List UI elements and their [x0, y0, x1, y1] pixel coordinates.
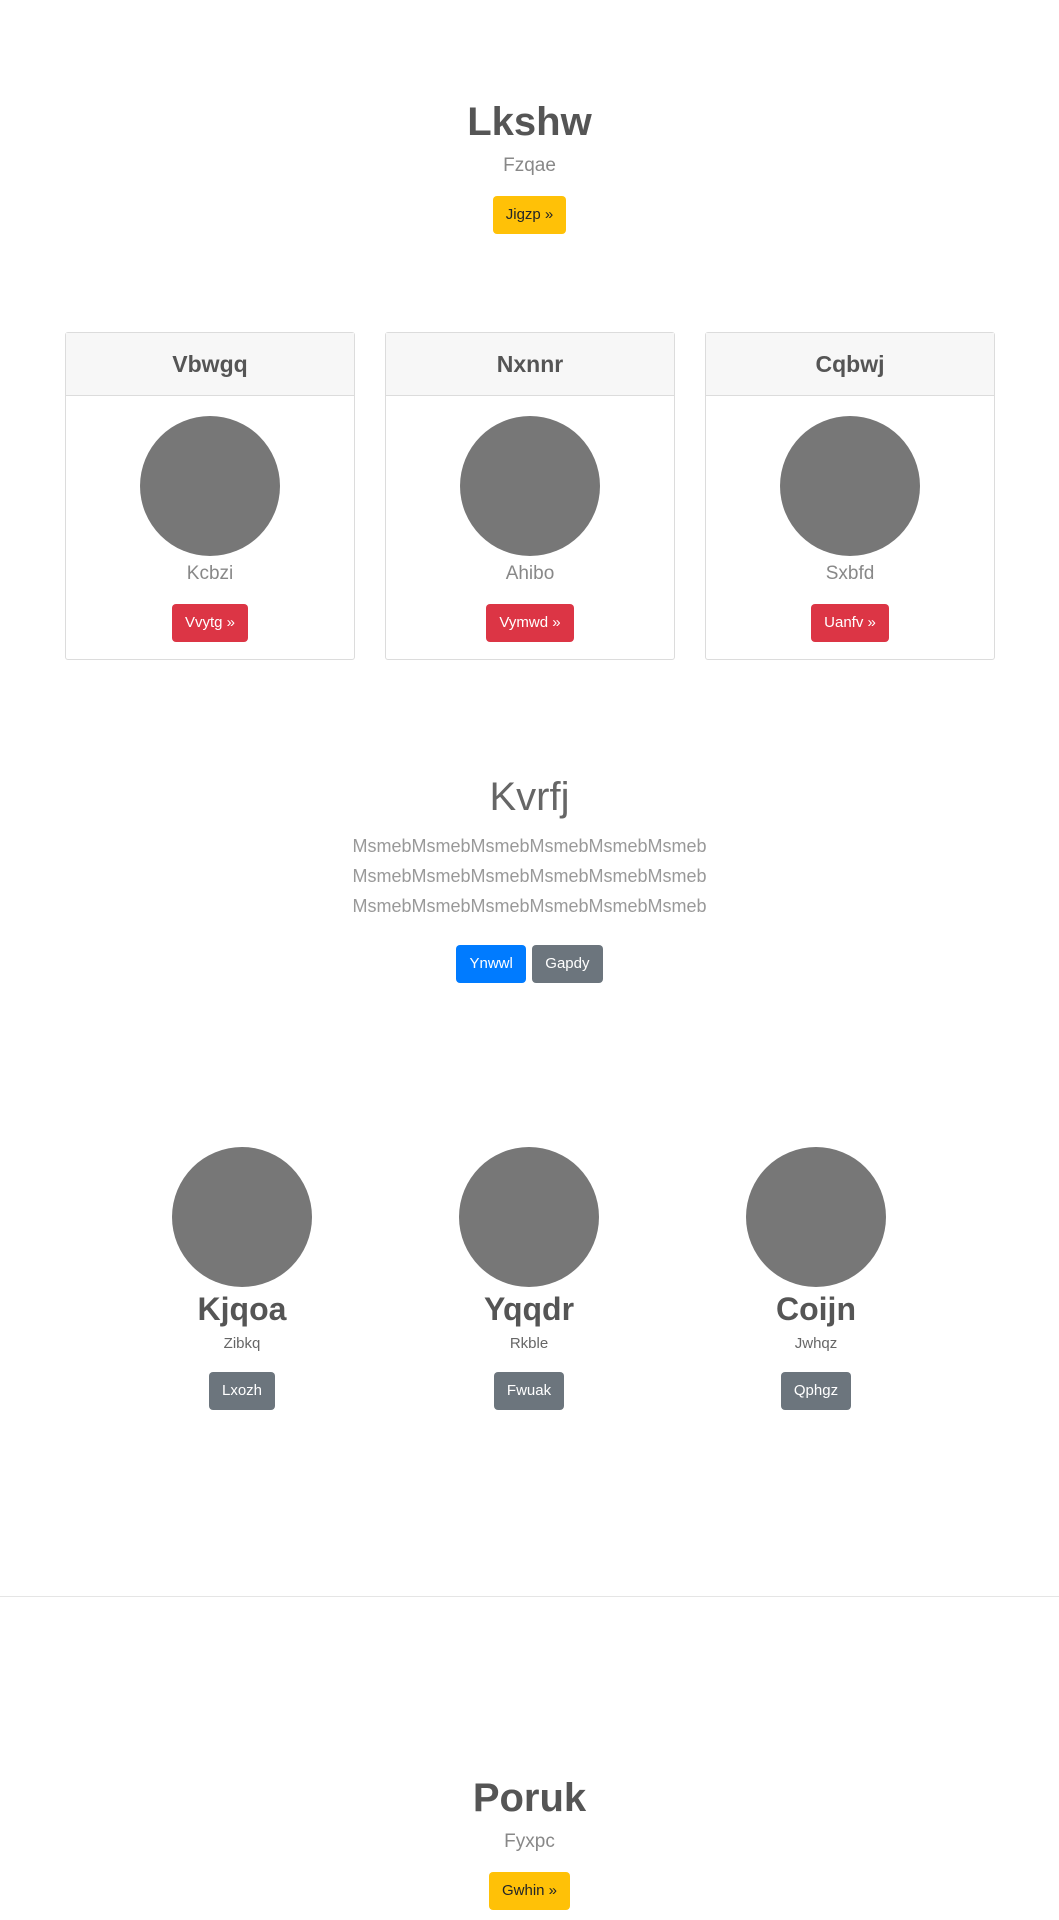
feature-section: Kvrfj MsmebMsmebMsmebMsmebMsmebMsmeb Msm… — [0, 773, 1059, 983]
feature-text: MsmebMsmebMsmebMsmebMsmebMsmeb MsmebMsme… — [0, 831, 1059, 921]
card-row: Vbwgq Kcbzi Vvytg » Nxnnr Ahibo Vymwd » … — [65, 332, 995, 660]
avatar-placeholder-icon — [746, 1147, 886, 1287]
card-header: Vbwgq — [66, 333, 354, 396]
avatar-placeholder-icon — [140, 416, 280, 556]
card-subtitle: Sxbfd — [825, 563, 875, 584]
hero-top-title: Lkshw — [467, 100, 592, 144]
hero-bottom-button[interactable]: Gwhin » — [488, 1872, 571, 1910]
card-button[interactable]: Vvytg » — [171, 604, 249, 642]
card-vbwgq: Vbwgq Kcbzi Vvytg » — [65, 332, 355, 660]
person-subtitle: Rkble — [509, 1335, 549, 1352]
person-button[interactable]: Fwuak — [493, 1372, 565, 1410]
hero-bottom: Poruk Fyxpc Gwhin » — [0, 1774, 1059, 1910]
feature-line: MsmebMsmebMsmebMsmebMsmebMsmeb — [352, 896, 707, 916]
people-row: Kjqoa Zibkq Lxozh Yqqdr Rkble Fwuak Coij… — [0, 1147, 1059, 1417]
card-button[interactable]: Vymwd » — [486, 604, 574, 642]
card-subtitle: Kcbzi — [186, 563, 234, 584]
hero-bottom-title: Poruk — [472, 1776, 587, 1820]
hero-top-subtitle: Fzqae — [503, 155, 556, 176]
hero-top: Lkshw Fzqae Jigzp » — [0, 98, 1059, 234]
card-subtitle: Ahibo — [505, 563, 555, 584]
person-coijn: Coijn Jwhqz Qphgz — [716, 1147, 916, 1410]
card-header: Cqbwj — [706, 333, 994, 396]
person-button[interactable]: Lxozh — [208, 1372, 276, 1410]
hero-top-button[interactable]: Jigzp » — [492, 196, 567, 234]
person-name: Kjqoa — [197, 1291, 287, 1327]
feature-secondary-button[interactable]: Gapdy — [532, 945, 603, 983]
person-kjqoa: Kjqoa Zibkq Lxozh — [142, 1147, 342, 1410]
section-divider — [0, 1596, 1059, 1597]
feature-title: Kvrfj — [489, 775, 570, 819]
avatar-placeholder-icon — [459, 1147, 599, 1287]
avatar-placeholder-icon — [780, 416, 920, 556]
person-name: Yqqdr — [483, 1291, 575, 1327]
person-name: Coijn — [776, 1291, 856, 1327]
hero-bottom-subtitle: Fyxpc — [504, 1831, 555, 1852]
feature-button-group: Ynwwl Gapdy — [0, 945, 1059, 983]
avatar-placeholder-icon — [172, 1147, 312, 1287]
page: Lkshw Fzqae Jigzp » Vbwgq Kcbzi Vvytg » … — [0, 0, 1059, 1920]
feature-line: MsmebMsmebMsmebMsmebMsmebMsmeb — [352, 836, 707, 856]
card-header: Nxnnr — [386, 333, 674, 396]
person-subtitle: Jwhqz — [794, 1335, 838, 1352]
feature-line: MsmebMsmebMsmebMsmebMsmebMsmeb — [352, 866, 707, 886]
card-nxnnr: Nxnnr Ahibo Vymwd » — [385, 332, 675, 660]
person-subtitle: Zibkq — [223, 1335, 261, 1352]
card-cqbwj: Cqbwj Sxbfd Uanfv » — [705, 332, 995, 660]
person-button[interactable]: Qphgz — [780, 1372, 852, 1410]
feature-primary-button[interactable]: Ynwwl — [456, 945, 526, 983]
avatar-placeholder-icon — [460, 416, 600, 556]
person-yqqdr: Yqqdr Rkble Fwuak — [429, 1147, 629, 1410]
card-button[interactable]: Uanfv » — [811, 604, 889, 642]
